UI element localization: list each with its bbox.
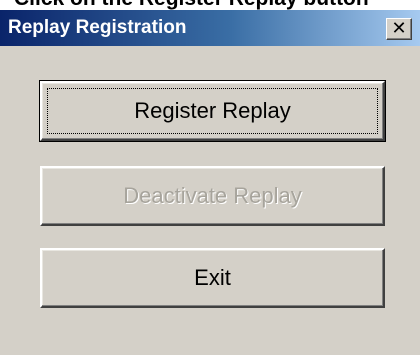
exit-button[interactable]: Exit: [40, 248, 385, 308]
deactivate-replay-button: Deactivate Replay: [40, 166, 385, 226]
window-title: Replay Registration: [8, 17, 187, 38]
page: Click on the Register Replay button Repl…: [0, 0, 420, 355]
close-icon: ✕: [391, 18, 407, 39]
deactivate-replay-label: Deactivate Replay: [123, 183, 302, 208]
exit-label: Exit: [194, 265, 231, 290]
register-replay-label: Register Replay: [134, 98, 291, 123]
instruction-caption: Click on the Register Replay button: [0, 0, 420, 10]
replay-registration-dialog: Replay Registration ✕ Register Replay De…: [0, 10, 420, 355]
title-bar[interactable]: Replay Registration ✕: [0, 10, 420, 46]
close-button[interactable]: ✕: [386, 18, 412, 40]
register-replay-button[interactable]: Register Replay: [39, 80, 386, 142]
